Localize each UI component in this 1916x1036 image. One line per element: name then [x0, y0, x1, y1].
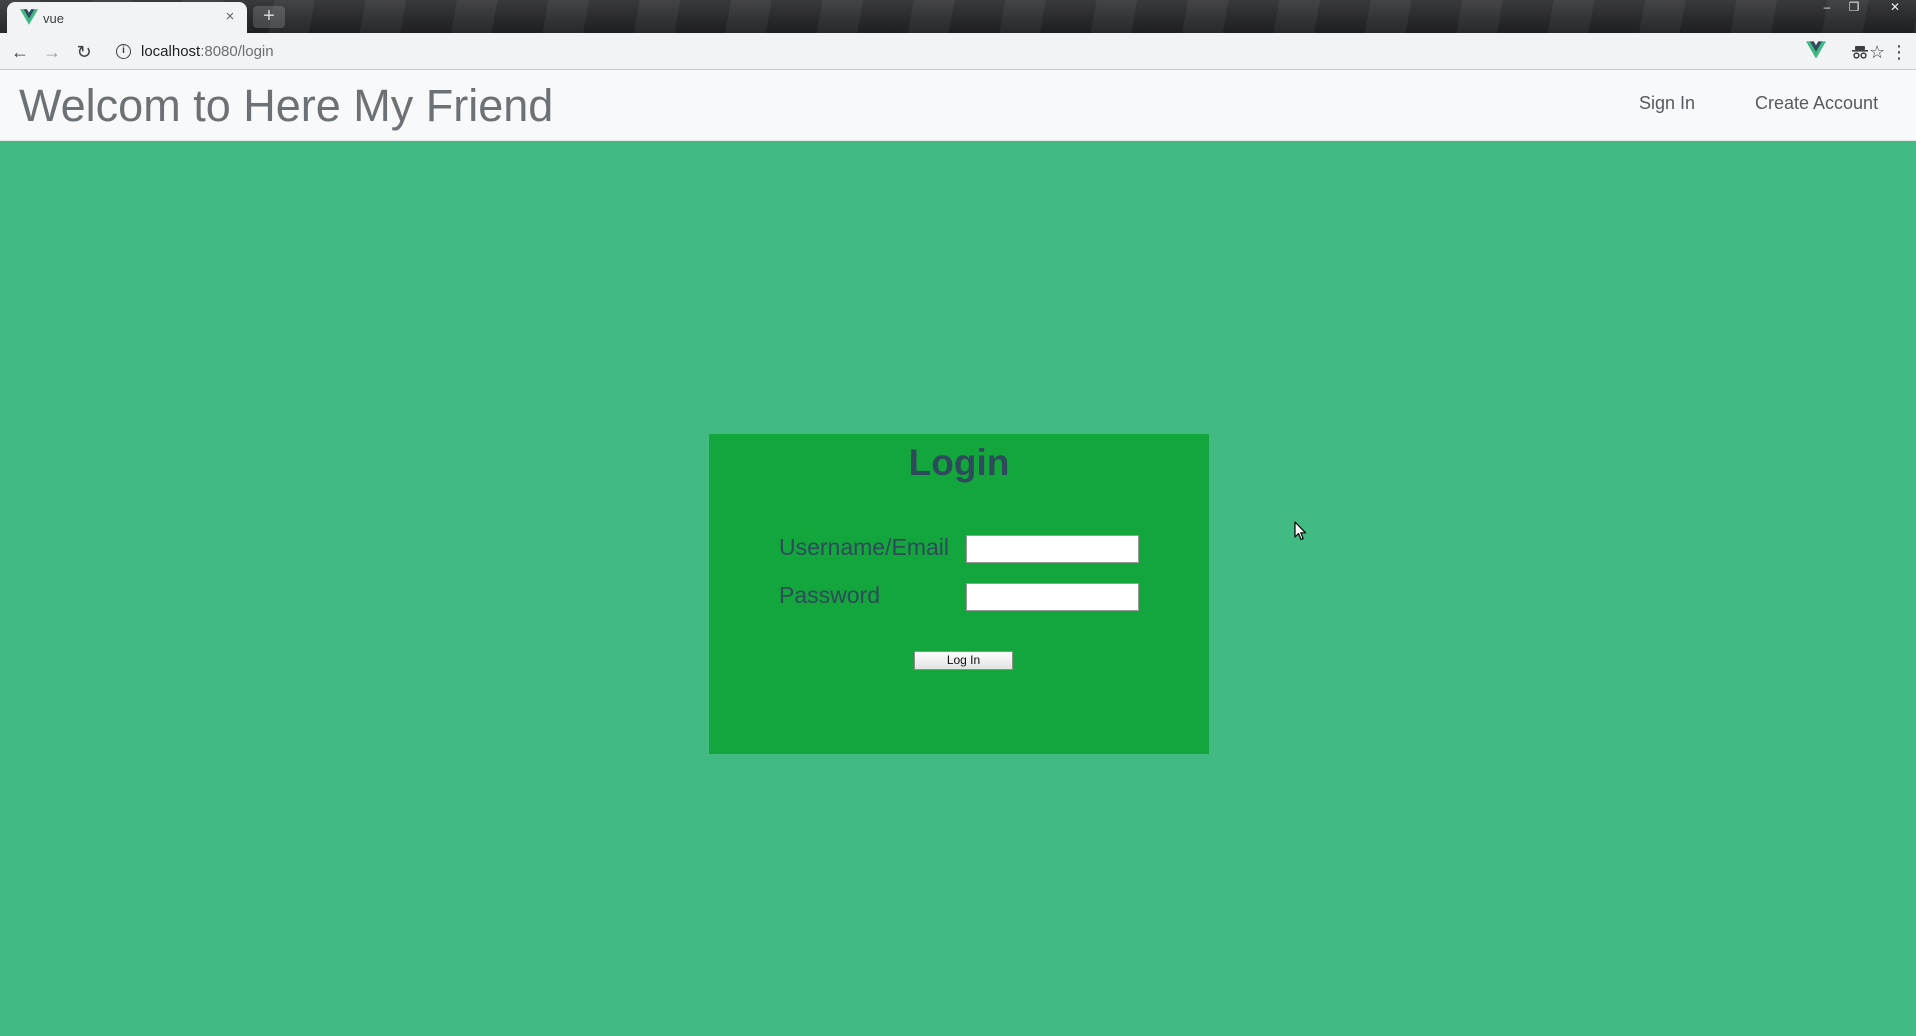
url-text: localhost:8080/login — [141, 43, 274, 60]
vue-devtools-extension-icon[interactable] — [1806, 40, 1826, 60]
nav-sign-in-link[interactable]: Sign In — [1639, 93, 1695, 114]
browser-menu-icon[interactable]: ⋮ — [1890, 40, 1908, 64]
username-input[interactable] — [966, 535, 1139, 563]
profile-icon[interactable] — [1852, 45, 1868, 59]
tab-title: vue — [43, 11, 64, 26]
site-navbar: Welcom to Here My Friend Sign In Create … — [0, 70, 1916, 141]
new-tab-button[interactable]: + — [253, 6, 285, 28]
browser-tab[interactable]: vue × — [7, 2, 247, 33]
log-in-button[interactable]: Log In — [914, 651, 1013, 670]
back-arrow-icon[interactable]: ← — [8, 40, 32, 64]
window-close-icon[interactable]: ✕ — [1878, 0, 1912, 16]
nav-create-account-link[interactable]: Create Account — [1755, 93, 1878, 114]
minimize-icon[interactable]: – — [1814, 0, 1840, 16]
login-title: Login — [908, 442, 1010, 483]
browser-tabstrip: vue × + – ❐ ✕ — [0, 0, 1916, 33]
page-body: Welcom to Here My Friend Sign In Create … — [0, 70, 1916, 1036]
url-path: :8080/login — [200, 43, 274, 60]
address-bar[interactable]: i localhost:8080/login ☆ — [106, 37, 1885, 66]
restore-icon[interactable]: ❐ — [1841, 0, 1867, 16]
url-host: localhost — [141, 43, 201, 60]
mouse-cursor-icon — [1294, 521, 1307, 541]
reload-icon[interactable]: ↻ — [72, 40, 96, 64]
password-label: Password — [779, 582, 880, 608]
bookmark-star-icon[interactable]: ☆ — [1869, 42, 1885, 63]
browser-toolbar: ← → ↻ i localhost:8080/login ☆ ⋮ — [0, 33, 1916, 70]
username-label: Username/Email — [779, 534, 949, 560]
site-brand[interactable]: Welcom to Here My Friend — [19, 80, 553, 132]
forward-arrow-icon[interactable]: → — [40, 40, 64, 64]
info-icon[interactable]: i — [116, 44, 131, 59]
vue-logo-icon — [20, 9, 38, 25]
password-input[interactable] — [966, 583, 1139, 611]
tab-close-icon[interactable]: × — [221, 8, 239, 26]
login-card: Login Username/Email Password Log In — [709, 434, 1209, 754]
